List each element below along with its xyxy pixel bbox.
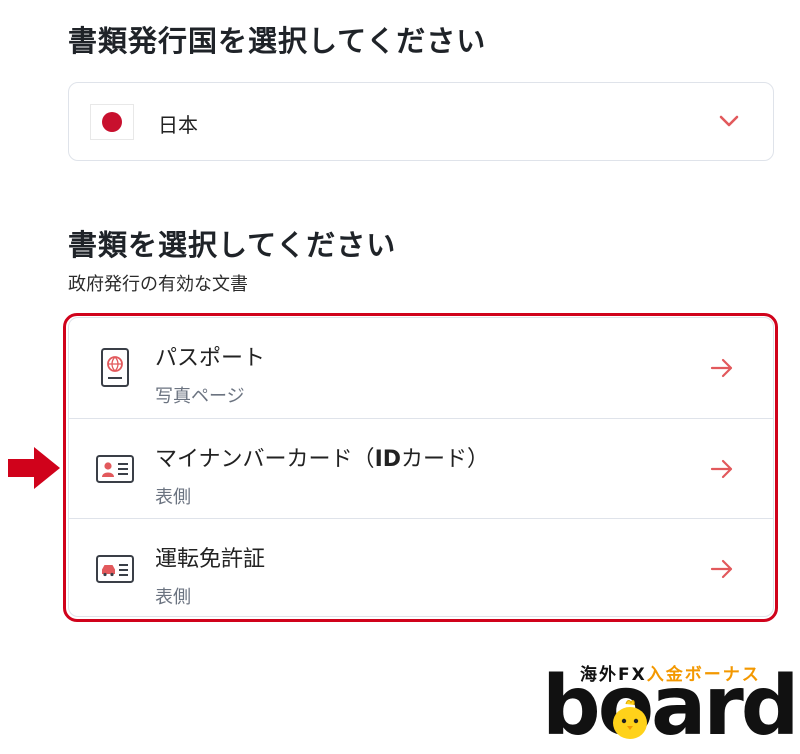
document-option-my-number-card[interactable]: マイナンバーカード（IDカード） 表側 — [69, 418, 773, 518]
id-card-icon — [96, 455, 134, 483]
document-subtitle-text: 写真ページ — [155, 386, 245, 407]
document-subtitle-text: 表側 — [155, 587, 191, 608]
japan-flag-icon — [90, 104, 134, 140]
passport-icon — [101, 348, 129, 387]
chevron-down-icon[interactable] — [715, 107, 743, 135]
document-subtitle: 政府発行の有効な文書 — [68, 274, 248, 295]
logo: 海外FX入金ボーナス board — [542, 658, 800, 750]
document-subtitle-text: 表側 — [155, 487, 191, 508]
document-option-drivers-license[interactable]: 運転免許証 表側 — [69, 518, 773, 618]
country-heading: 書類発行国を選択してください — [68, 24, 487, 58]
arrow-right-icon — [710, 358, 733, 378]
drivers-license-icon — [96, 555, 134, 583]
pointer-arrow-icon — [8, 447, 60, 489]
country-select-value: 日本 — [158, 113, 198, 137]
document-list: パスポート 写真ページ マイナンバーカード（IDカード） 表側 運転免許証 表側 — [68, 317, 774, 617]
document-title: マイナンバーカード（IDカード） — [155, 447, 490, 472]
document-title: 運転免許証 — [155, 547, 266, 572]
logo-wordmark: board — [542, 659, 800, 754]
document-heading: 書類を選択してください — [68, 228, 397, 262]
document-option-passport[interactable]: パスポート 写真ページ — [69, 318, 773, 418]
country-select[interactable]: 日本 — [68, 82, 774, 161]
document-title: パスポート — [155, 346, 266, 371]
arrow-right-icon — [710, 559, 733, 579]
chick-mascot-icon — [613, 700, 647, 739]
arrow-right-icon — [710, 459, 733, 479]
